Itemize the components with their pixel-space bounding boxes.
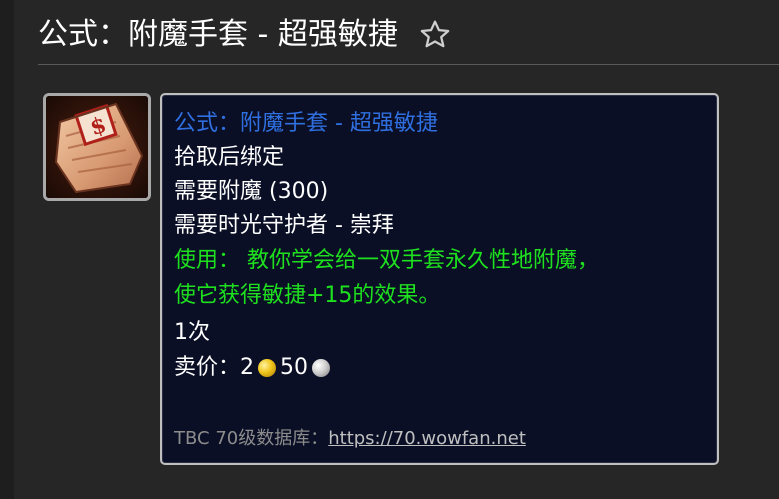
star-icon[interactable]	[418, 18, 452, 52]
silver-coin-icon	[312, 359, 331, 377]
reputation-requirement: 需要时光守护者 - 崇拜	[174, 213, 394, 238]
left-edge	[0, 0, 14, 499]
sell-price: 卖价： 2 50	[174, 352, 334, 384]
skill-requirement: 需要附魔 (300)	[174, 179, 329, 204]
page-title: 公式：附魔手套 - 超强敏捷	[38, 17, 398, 52]
item-tooltip: 公式：附魔手套 - 超强敏捷 拾取后绑定 需要附魔 (300) 需要时光守护者 …	[160, 93, 719, 465]
charges-text: 1次	[174, 320, 210, 345]
database-footer: TBC 70级数据库：https://70.wowfan.net	[174, 427, 526, 451]
database-link[interactable]: https://70.wowfan.net	[328, 428, 526, 449]
bind-text: 拾取后绑定	[174, 145, 285, 170]
page: 公式：附魔手套 - 超强敏捷 $ 公式：附魔手套 - 超强敏捷 拾取后绑定 需要…	[0, 0, 779, 499]
use-effect-line1: 使用： 教你学会给一双手套永久性地附魔，	[174, 248, 599, 273]
item-icon[interactable]: $	[43, 93, 151, 201]
use-effect-line2: 使它获得敏捷+15的效果。	[174, 283, 441, 308]
footer-label: TBC 70级数据库：	[174, 428, 329, 449]
sell-label: 卖价：	[174, 355, 241, 380]
item-name: 公式：附魔手套 - 超强敏捷	[174, 111, 438, 136]
gold-coin-icon	[258, 359, 277, 377]
formula-scroll-icon: $	[46, 96, 148, 198]
silver-amount: 50	[280, 355, 309, 380]
gold-amount: 2	[240, 355, 255, 380]
header: 公式：附魔手套 - 超强敏捷	[38, 12, 452, 58]
header-divider	[38, 64, 779, 65]
